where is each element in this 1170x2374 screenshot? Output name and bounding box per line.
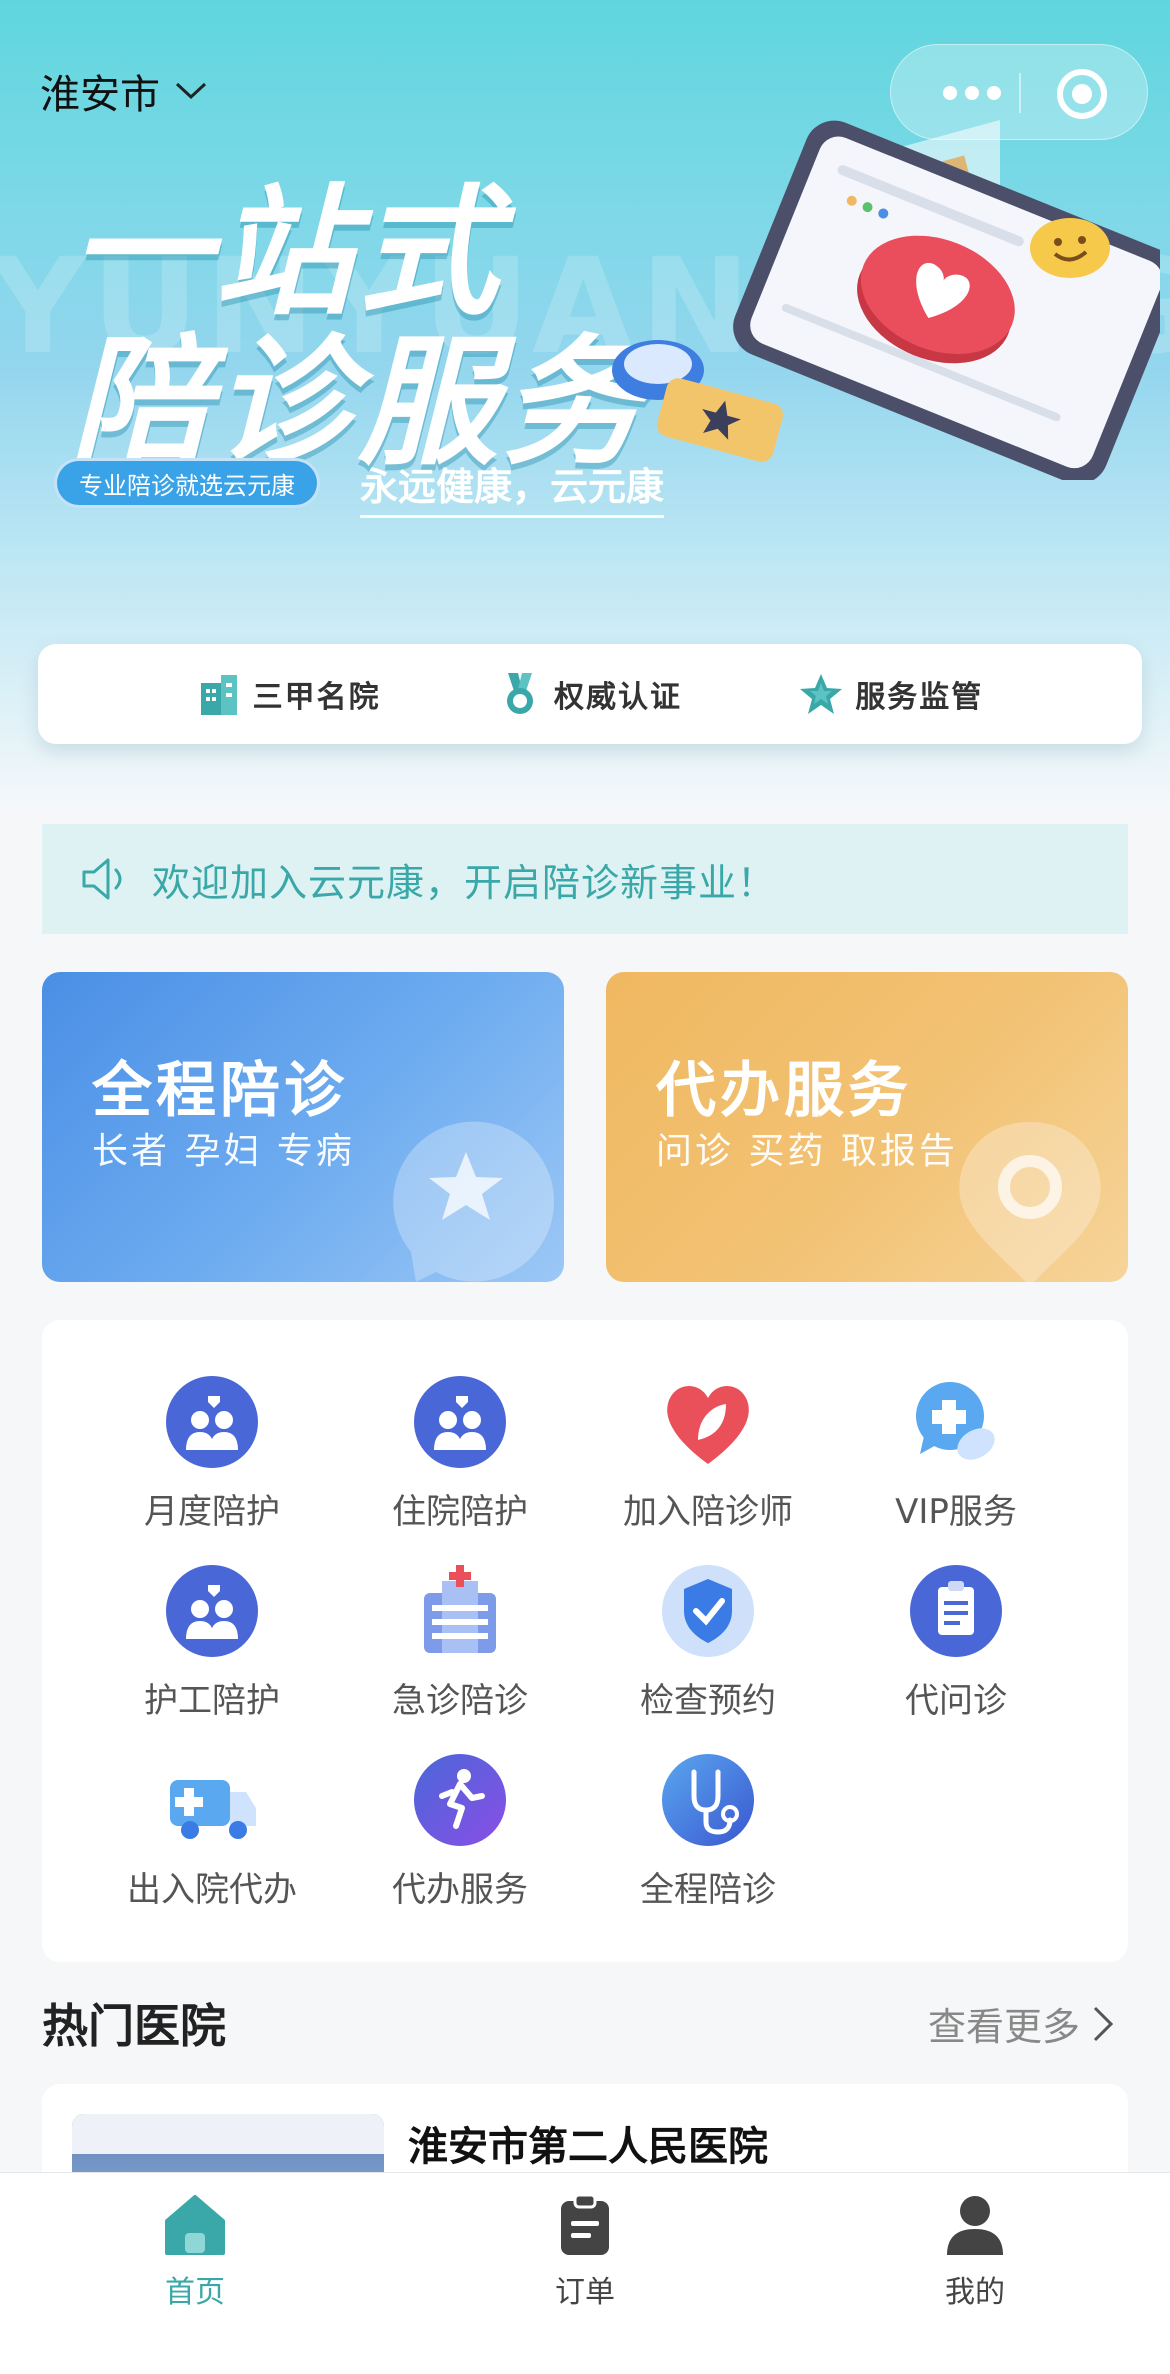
service-label: 检查预约: [640, 1681, 776, 1721]
service-label: 月度陪护: [144, 1492, 280, 1532]
service-label: 代办服务: [392, 1870, 528, 1910]
tab-label: 我的: [945, 2275, 1005, 2310]
service-monthly-care[interactable]: 月度陪护: [92, 1374, 332, 1544]
chat-plus-icon: [908, 1374, 1004, 1470]
hospital-building-icon: [200, 675, 237, 715]
service-join-escort[interactable]: 加入陪诊师: [588, 1374, 828, 1544]
service-label: 加入陪诊师: [623, 1492, 793, 1532]
feature-card-subtitle: 长者 孕妇 专病: [92, 1131, 355, 1172]
feature-card-title: 全程陪诊: [92, 1056, 348, 1126]
service-admission[interactable]: 出入院代办: [92, 1752, 332, 1922]
feature-card-subtitle: 问诊 买药 取报告: [656, 1131, 958, 1172]
caregivers-icon: [412, 1374, 508, 1470]
hero-tag: 专业陪诊就选云元康: [54, 458, 320, 508]
city-label: 淮安市: [40, 72, 160, 118]
chevron-down-icon: [175, 82, 207, 100]
badge-hospital: 三甲名院: [197, 671, 381, 717]
service-label: 出入院代办: [127, 1870, 297, 1910]
badge-label: 服务监管: [855, 680, 984, 715]
more-icon[interactable]: [931, 75, 1013, 111]
badge-label: 三甲名院: [252, 680, 381, 715]
hero-banner[interactable]: YUNYUANKANG 淮安市 一站式 陪诊服务 专业陪诊就选云元康 永远健康，…: [0, 0, 1170, 810]
service-grid: 月度陪护 住院陪护 加入陪诊师 VIP服务 护工陪护 急诊陪诊 检查预约 代问诊…: [42, 1320, 1128, 1962]
service-label: 代问诊: [905, 1681, 1007, 1721]
bottom-tab-bar: 首页 订单 我的: [0, 2172, 1170, 2374]
service-label: 全程陪诊: [640, 1870, 776, 1910]
capsule-divider: [1019, 73, 1021, 113]
city-selector[interactable]: 淮安市: [40, 62, 208, 120]
badge-certified: 权威认证: [498, 671, 682, 717]
notice-bar[interactable]: 欢迎加入云元康，开启陪诊新事业！: [42, 824, 1128, 934]
notice-text: 欢迎加入云元康，开启陪诊新事业！: [152, 860, 777, 905]
feature-card-proxy-service[interactable]: 代办服务 问诊 买药 取报告: [606, 972, 1128, 1282]
badge-label: 权威认证: [553, 680, 682, 715]
tab-label: 订单: [555, 2275, 615, 2310]
view-more-label: 查看更多: [927, 2005, 1080, 2049]
service-proxy[interactable]: 代办服务: [340, 1752, 580, 1922]
service-full-escort[interactable]: 全程陪诊: [588, 1752, 828, 1922]
star-badge-icon: [800, 674, 843, 714]
location-pin-icon: [959, 1122, 1101, 1282]
stethoscope-icon: [660, 1752, 756, 1848]
service-proxy-consult[interactable]: 代问诊: [836, 1563, 1076, 1733]
trust-badges: 三甲名院 权威认证 服务监管: [38, 644, 1142, 744]
tab-orders[interactable]: 订单: [390, 2173, 780, 2374]
feature-card-full-escort[interactable]: 全程陪诊 长者 孕妇 专病: [42, 972, 564, 1282]
service-inpatient-care[interactable]: 住院陪护: [340, 1374, 580, 1544]
runner-icon: [412, 1752, 508, 1848]
caregivers-icon: [164, 1374, 260, 1470]
clipboard-icon: [908, 1563, 1004, 1659]
caregivers-icon: [164, 1563, 260, 1659]
service-nurse-care[interactable]: 护工陪护: [92, 1563, 332, 1733]
ambulance-icon: [164, 1752, 260, 1848]
speaker-icon: [82, 858, 122, 900]
service-label: 急诊陪诊: [392, 1681, 528, 1721]
shield-check-icon: [660, 1563, 756, 1659]
tab-label: 首页: [165, 2275, 225, 2310]
hospital-sign: [72, 2114, 384, 2154]
service-label: 住院陪护: [392, 1492, 528, 1532]
phone-illustration: [612, 120, 1160, 480]
chevron-right-icon: [1093, 2006, 1114, 2041]
tab-home[interactable]: 首页: [0, 2173, 390, 2374]
service-label: VIP服务: [895, 1492, 1017, 1532]
clipboard-order-icon: [561, 2193, 609, 2255]
hospital-icon: [412, 1563, 508, 1659]
view-more-link[interactable]: 查看更多: [928, 1996, 1114, 2051]
heart-leaf-icon: [660, 1374, 756, 1470]
tab-mine[interactable]: 我的: [780, 2173, 1170, 2374]
user-icon: [947, 2196, 1003, 2255]
feature-card-title: 代办服务: [656, 1056, 912, 1126]
medal-icon: [506, 673, 533, 714]
service-vip[interactable]: VIP服务: [836, 1374, 1076, 1544]
service-emergency[interactable]: 急诊陪诊: [340, 1563, 580, 1733]
service-exam-booking[interactable]: 检查预约: [588, 1563, 828, 1733]
star-bubble-icon: [393, 1121, 554, 1282]
badge-supervision: 服务监管: [799, 671, 983, 717]
section-title: 热门医院: [42, 1999, 226, 2053]
home-icon: [165, 2195, 225, 2255]
service-label: 护工陪护: [144, 1681, 280, 1721]
hospital-name: 淮安市第二人民医院: [408, 2124, 768, 2170]
close-target-icon[interactable]: [1057, 69, 1107, 119]
